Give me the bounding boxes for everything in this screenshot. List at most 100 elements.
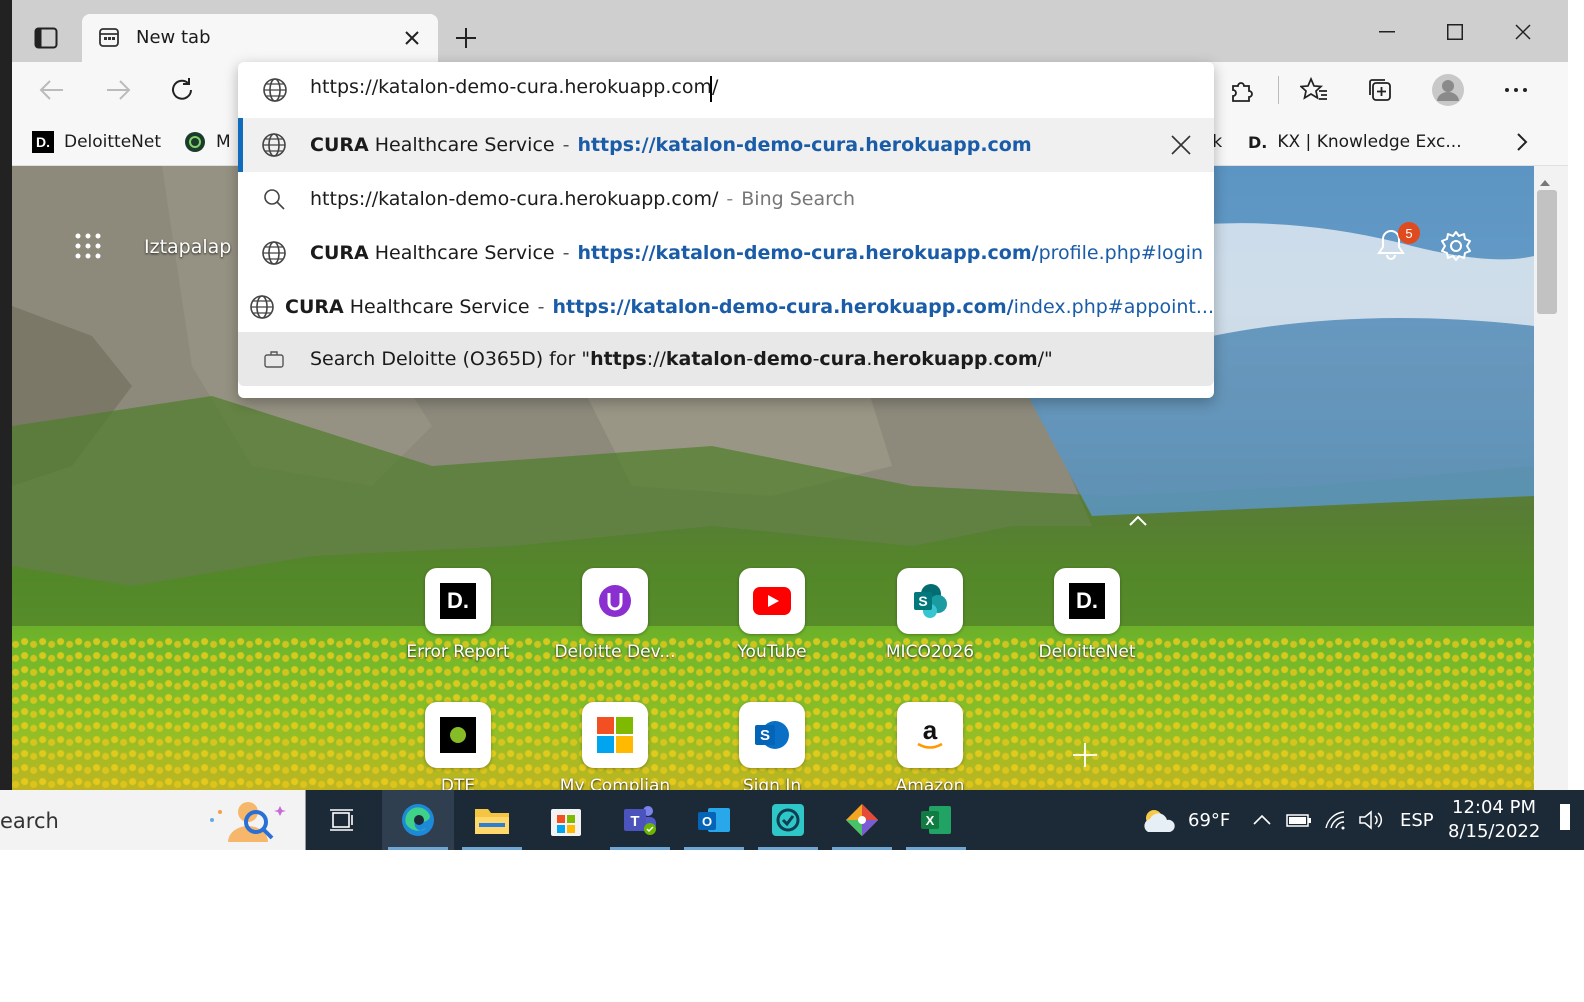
quick-link-amazon[interactable]: a Amazon: [850, 702, 1010, 790]
quick-link-dte[interactable]: DTE: [378, 702, 538, 790]
suggestion-title-bold: CURA: [310, 242, 369, 264]
extensions-button[interactable]: [1222, 70, 1262, 110]
weather-location[interactable]: Iztapalap: [144, 236, 231, 258]
maximize-button[interactable]: [1434, 14, 1476, 50]
active-indicator: [610, 847, 670, 850]
scrollbar-thumb[interactable]: [1537, 190, 1557, 314]
chevron-up-icon: [1129, 515, 1147, 526]
quick-link-my-compliance[interactable]: My Complian: [535, 702, 695, 790]
weather-temperature: 69°F: [1188, 809, 1231, 831]
profile-button[interactable]: [1428, 70, 1468, 110]
weather-widget[interactable]: 69°F: [1140, 790, 1230, 850]
minimize-button[interactable]: [1366, 14, 1408, 50]
teams-icon: T: [624, 806, 656, 835]
query-part: katalon: [665, 348, 747, 370]
briefcase-icon: [238, 350, 310, 368]
tab-new-tab[interactable]: New tab: [82, 14, 438, 62]
suggestion-separator: -: [562, 242, 570, 264]
settings-more-button[interactable]: [1496, 70, 1536, 110]
favorite-kx[interactable]: D. KX | Knowledge Exc...: [1248, 128, 1462, 156]
gear-icon: [1441, 231, 1471, 261]
input-language-button[interactable]: ESP: [1400, 790, 1434, 850]
show-desktop-button[interactable]: [1560, 804, 1570, 830]
quick-link-label: Amazon: [895, 776, 965, 790]
favorite-label: DeloitteNet: [64, 132, 162, 152]
quick-link-sign-in[interactable]: S Sign In: [692, 702, 852, 790]
new-tab-button[interactable]: [448, 20, 484, 56]
quick-link-label: DTE: [440, 776, 476, 790]
favorites-button[interactable]: [1294, 70, 1334, 110]
back-button[interactable]: [32, 70, 72, 110]
taskbar-search-box[interactable]: earch: [0, 790, 306, 850]
suggestion-item[interactable]: Search Deloitte (O365D) for " https://kat…: [238, 332, 1214, 386]
address-input[interactable]: https://katalon-demo-cura.herokuapp.com/: [310, 76, 718, 98]
address-bar[interactable]: https://katalon-demo-cura.herokuapp.com/: [238, 62, 1214, 118]
favorite-m[interactable]: M: [184, 128, 231, 156]
deloitte-logo-icon: D.: [1069, 583, 1105, 619]
chevron-up-icon: [1253, 814, 1271, 825]
microsoft-icon: [597, 717, 633, 753]
suggestion-url-path: index.php#appoint...: [1013, 296, 1214, 318]
refresh-button[interactable]: [162, 70, 202, 110]
taskbar-app-file-explorer[interactable]: [456, 790, 528, 850]
apps-launcher-button[interactable]: [74, 232, 102, 265]
katalon-icon: [772, 804, 804, 836]
suggestion-item[interactable]: CURA Healthcare Service - https://katalo…: [238, 226, 1214, 280]
avatar-icon: [1432, 74, 1464, 106]
clock-button[interactable]: 12:04 PM 8/15/2022: [1448, 796, 1540, 844]
collapse-quick-links-button[interactable]: [1128, 514, 1148, 532]
taskbar-app-katalon[interactable]: [752, 790, 824, 850]
quick-link-tile: a: [897, 702, 963, 768]
add-quick-link-button[interactable]: [1072, 742, 1098, 773]
youtube-icon: [753, 587, 791, 615]
quick-link-deloittenet[interactable]: D. DeloitteNet: [1007, 568, 1167, 678]
suggestion-item[interactable]: https://katalon-demo-cura.herokuapp.com/…: [238, 172, 1214, 226]
input-language: ESP: [1400, 809, 1434, 831]
taskbar-app-outlook[interactable]: O: [678, 790, 750, 850]
tab-actions-button[interactable]: [26, 20, 66, 56]
battery-icon: [1286, 814, 1311, 827]
network-button[interactable]: [1324, 790, 1348, 850]
page-settings-button[interactable]: [1440, 230, 1472, 267]
suggestion-source: Bing Search: [741, 188, 855, 210]
quick-link-label: Deloitte Dev...: [554, 642, 676, 662]
forward-button[interactable]: [98, 70, 138, 110]
active-indicator: [906, 847, 966, 850]
suggestion-title-bold: CURA: [310, 134, 369, 156]
collections-button[interactable]: [1360, 70, 1400, 110]
suggestion-item[interactable]: CURA Healthcare Service - https://katalo…: [238, 118, 1214, 172]
show-hidden-icons-button[interactable]: [1252, 790, 1272, 850]
remove-suggestion-button[interactable]: [1170, 134, 1192, 161]
taskbar-app-teams[interactable]: T: [604, 790, 676, 850]
suggestion-url: https://katalon-demo-cura.herokuapp.com: [577, 134, 1032, 156]
notifications-button[interactable]: 5: [1376, 222, 1420, 265]
active-indicator: [462, 847, 522, 850]
taskbar-app-excel[interactable]: X: [900, 790, 972, 850]
taskbar-app-git[interactable]: [826, 790, 898, 850]
sharepoint-icon: S: [755, 721, 789, 749]
tab-close-button[interactable]: [398, 24, 426, 52]
browser-window: New tab D. DeloitteNet M D. KX | Knowled…: [12, 0, 1568, 790]
quick-link-mico2026[interactable]: S MICO2026: [850, 568, 1010, 678]
battery-button[interactable]: [1286, 790, 1312, 850]
volume-button[interactable]: [1358, 790, 1384, 850]
suggestion-url: https://katalon-demo-cura.herokuapp.com/: [577, 242, 1039, 264]
favorites-overflow-button[interactable]: [1502, 122, 1542, 162]
quick-link-error-report[interactable]: D. Error Report: [378, 568, 538, 678]
quick-link-deloitte-dev[interactable]: Deloitte Dev...: [535, 568, 695, 678]
quick-link-youtube[interactable]: YouTube: [692, 568, 852, 678]
task-view-button[interactable]: [306, 790, 378, 850]
plus-icon: [1073, 743, 1097, 767]
outlook-icon: O: [698, 808, 730, 832]
scroll-up-button[interactable]: [1539, 174, 1551, 192]
taskbar-app-edge[interactable]: [382, 790, 454, 850]
suggestion-item[interactable]: CURA Healthcare Service - https://katalo…: [238, 280, 1214, 334]
taskbar-app-store[interactable]: [530, 790, 602, 850]
favorite-deloittenet[interactable]: D. DeloitteNet: [32, 128, 161, 156]
close-window-button[interactable]: [1502, 14, 1544, 50]
maximize-icon: [1447, 24, 1463, 40]
active-indicator: [684, 847, 744, 850]
query-part: cura: [819, 348, 867, 370]
folder-icon: [475, 809, 509, 834]
query-part: https: [590, 348, 647, 370]
